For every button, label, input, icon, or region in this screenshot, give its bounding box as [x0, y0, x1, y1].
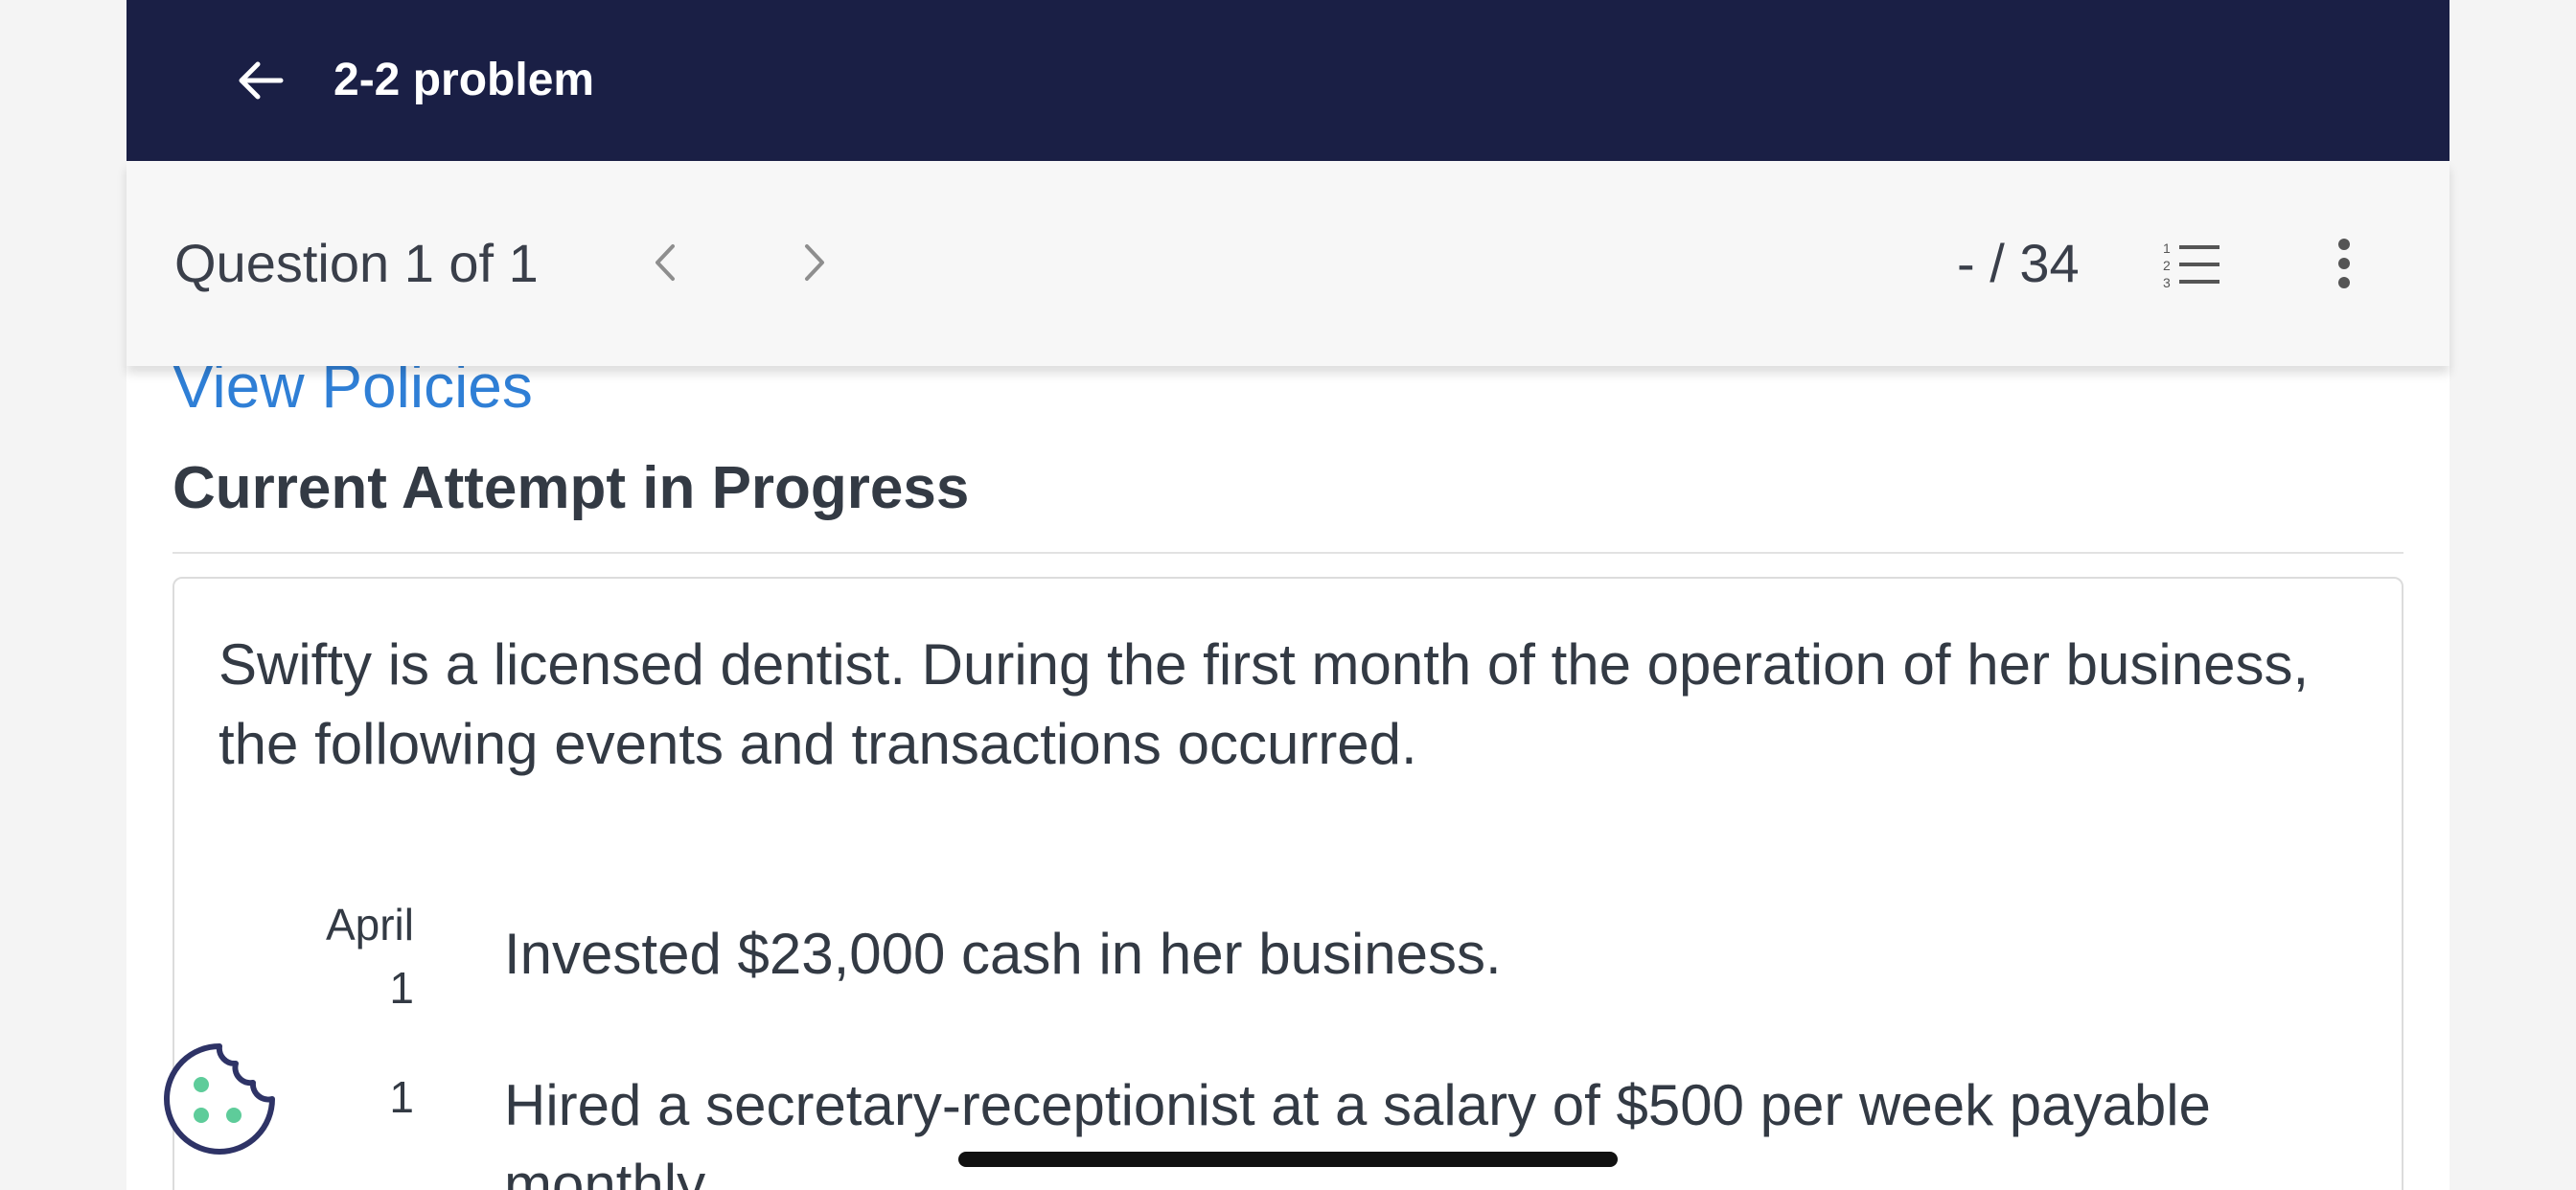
- svg-text:1: 1: [2163, 240, 2171, 256]
- svg-text:2: 2: [2163, 258, 2171, 273]
- transaction-text: Hired a secretary-receptionist at a sala…: [504, 1073, 2211, 1190]
- transaction-month: April: [325, 900, 414, 950]
- question-counter: Question 1 of 1: [174, 233, 539, 293]
- chevron-right-icon: [805, 244, 824, 281]
- back-button[interactable]: [232, 52, 289, 109]
- header-bar: 2-2 problem: [126, 0, 2450, 161]
- chevron-left-icon: [656, 244, 675, 281]
- previous-question-button[interactable]: [636, 234, 694, 291]
- question-list-button[interactable]: 1 2 3: [2160, 236, 2223, 293]
- more-options-button[interactable]: [2319, 230, 2369, 297]
- attempt-heading: Current Attempt in Progress: [172, 455, 970, 521]
- assignment-title: 2-2 problem: [334, 55, 595, 105]
- problem-card: Swifty is a licensed dentist. During the…: [172, 577, 2404, 1190]
- transaction-text: Invested $23,000 cash in her business.: [504, 922, 1502, 986]
- svg-text:3: 3: [2163, 275, 2171, 289]
- more-vertical-icon: [2338, 239, 2350, 288]
- score-display: - / 34: [1957, 233, 2080, 293]
- arrow-left-icon: [239, 61, 284, 100]
- cookie-settings-button[interactable]: [161, 1041, 278, 1157]
- divider: [172, 552, 2404, 554]
- cookie-icon: [164, 1043, 275, 1155]
- problem-intro: Swifty is a licensed dentist. During the…: [218, 632, 2310, 776]
- next-question-button[interactable]: [786, 234, 843, 291]
- numbered-list-icon: 1 2 3: [2163, 240, 2220, 289]
- question-toolbar: Question 1 of 1 - / 34 1 2 3: [126, 161, 2450, 366]
- transaction-date: April 1: [222, 893, 414, 1019]
- app-window: 2-2 problem Question 1 of 1 - / 34 1 2 3: [126, 0, 2450, 1190]
- home-indicator: [958, 1152, 1618, 1167]
- transaction-day: 1: [389, 963, 414, 1013]
